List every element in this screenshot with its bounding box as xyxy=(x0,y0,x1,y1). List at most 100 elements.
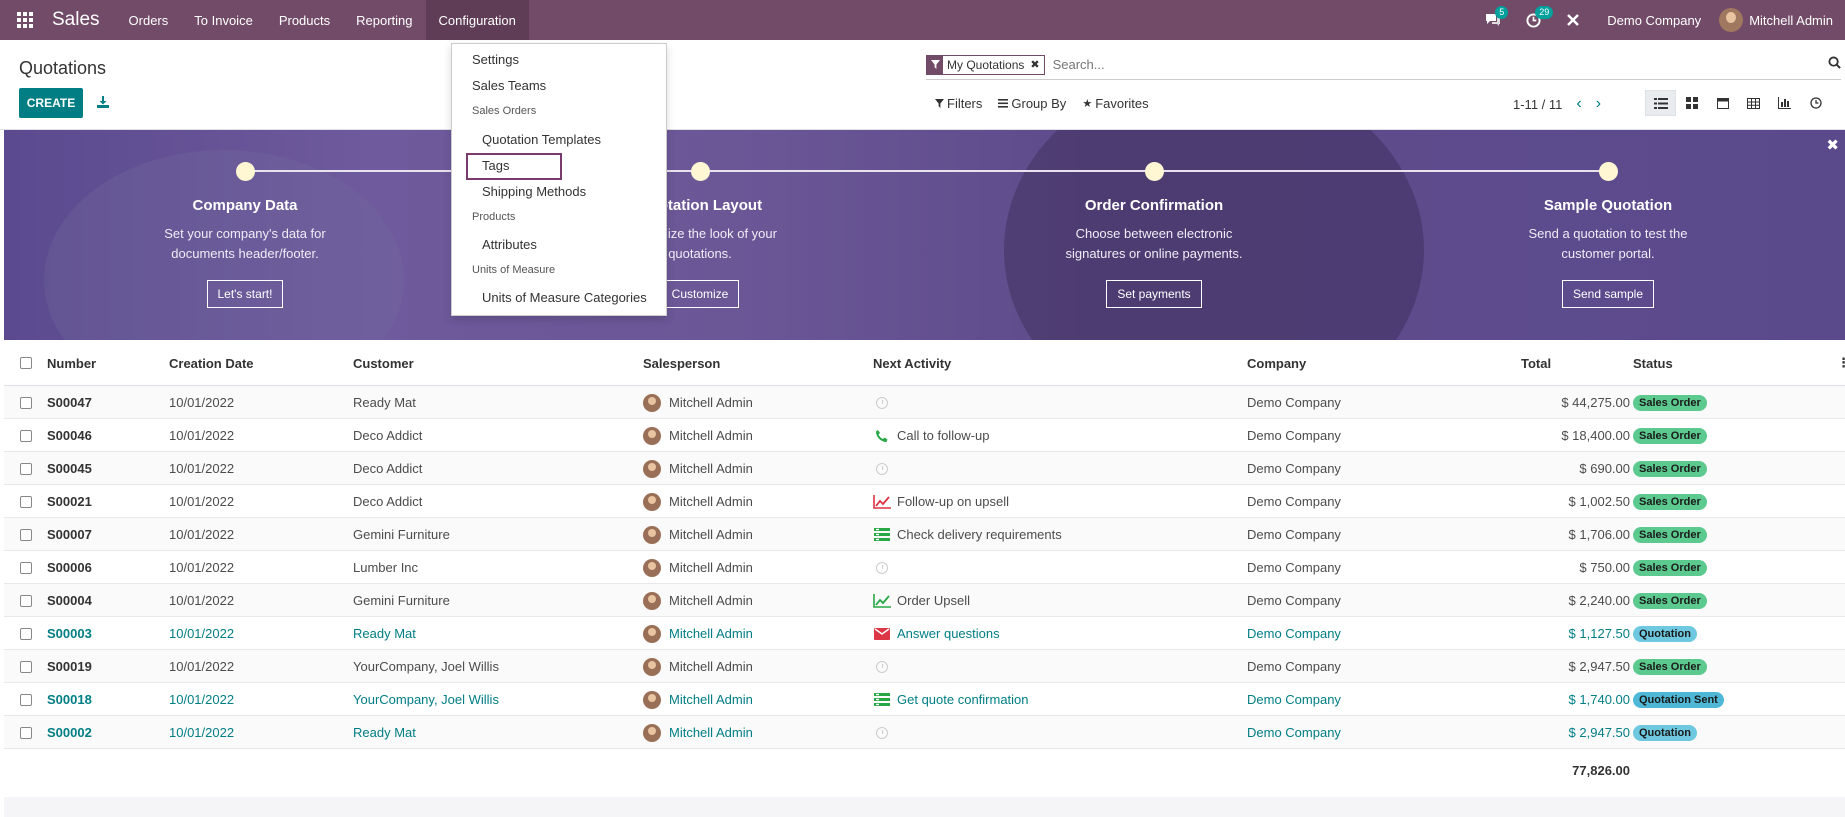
pager-next-icon[interactable]: › xyxy=(1596,95,1601,113)
column-total[interactable]: Total xyxy=(1521,340,1551,386)
step-dot xyxy=(690,162,710,181)
calendar-view-icon[interactable] xyxy=(1707,90,1738,116)
row-checkbox[interactable] xyxy=(20,452,32,485)
column-salesperson[interactable]: Salesperson xyxy=(643,340,720,386)
chart-red-icon[interactable] xyxy=(873,494,891,509)
optional-columns-icon[interactable]: ⋮ xyxy=(1837,340,1845,386)
row-checkbox[interactable] xyxy=(20,419,32,452)
menu-orders[interactable]: Orders xyxy=(116,0,182,40)
column-status[interactable]: Status xyxy=(1633,340,1673,386)
menu-item-settings[interactable]: Settings xyxy=(472,52,519,67)
app-menu-icon[interactable] xyxy=(0,0,42,40)
column-creation-date[interactable]: Creation Date xyxy=(169,340,254,386)
activity-view-icon[interactable] xyxy=(1800,90,1831,116)
next-activity[interactable] xyxy=(873,452,897,485)
customer-name: YourCompany, Joel Willis xyxy=(353,659,499,674)
company-switcher[interactable]: Demo Company xyxy=(1593,13,1719,28)
row-checkbox[interactable] xyxy=(20,584,32,617)
search-input[interactable] xyxy=(1048,57,1749,72)
clock-icon[interactable] xyxy=(873,396,891,409)
table-row[interactable]: S00004 10/01/2022 Gemini Furniture Mitchell… xyxy=(4,584,1845,617)
next-activity[interactable] xyxy=(873,650,897,683)
next-activity[interactable]: Get quote confirmation xyxy=(873,683,1029,716)
tasks-icon[interactable] xyxy=(873,528,891,541)
next-activity[interactable] xyxy=(873,551,897,584)
send-sample-button[interactable]: Send sample xyxy=(1561,280,1655,308)
pager-previous-icon[interactable]: ‹ xyxy=(1576,95,1581,113)
menu-item-attributes[interactable]: Attributes xyxy=(482,237,537,252)
list-view-icon[interactable] xyxy=(1645,90,1676,116)
filters-toggle[interactable]: Filters xyxy=(935,96,982,111)
envelope-icon[interactable] xyxy=(873,627,891,640)
menu-item-tags[interactable]: Tags xyxy=(482,158,509,173)
next-activity[interactable]: Follow-up on upsell xyxy=(873,485,1009,518)
clock-icon[interactable] xyxy=(873,462,891,475)
facet-remove-icon[interactable]: ✖ xyxy=(1030,58,1043,71)
close-icon[interactable]: ✖ xyxy=(1826,136,1839,154)
activities-button[interactable]: 29 xyxy=(1513,0,1554,40)
column-company[interactable]: Company xyxy=(1247,340,1306,386)
menu-products[interactable]: Products xyxy=(266,0,343,40)
download-button[interactable] xyxy=(94,92,112,112)
select-all-checkbox[interactable] xyxy=(20,340,32,386)
menu-item-sales-teams[interactable]: Sales Teams xyxy=(472,78,546,93)
customize-button[interactable]: Customize xyxy=(660,280,740,308)
debug-tools-button[interactable] xyxy=(1553,0,1593,40)
pager-value[interactable]: 1-11 / 11 xyxy=(1513,97,1562,112)
next-activity[interactable]: Call to follow-up xyxy=(873,419,990,452)
table-row[interactable]: S00002 10/01/2022 Ready Mat Mitchell Admin D… xyxy=(4,716,1845,749)
column-customer[interactable]: Customer xyxy=(353,340,414,386)
next-activity[interactable] xyxy=(873,716,897,749)
kanban-view-icon[interactable] xyxy=(1676,90,1707,116)
row-checkbox[interactable] xyxy=(20,386,32,419)
clock-icon[interactable] xyxy=(873,561,891,574)
menu-to-invoice[interactable]: To Invoice xyxy=(181,0,266,40)
chart-green-icon[interactable] xyxy=(873,593,891,608)
table-row[interactable]: S00019 10/01/2022 YourCompany, Joel Willis… xyxy=(4,650,1845,683)
table-row[interactable]: S00045 10/01/2022 Deco Addict Mitchell Admi… xyxy=(4,452,1845,485)
user-menu[interactable]: Mitchell Admin xyxy=(1719,8,1845,32)
row-checkbox[interactable] xyxy=(20,617,32,650)
table-row[interactable]: S00047 10/01/2022 Ready Mat Mitchell Admin D… xyxy=(4,386,1845,419)
table-row[interactable]: S00003 10/01/2022 Ready Mat Mitchell Admin A… xyxy=(4,617,1845,650)
next-activity[interactable]: Check delivery requirements xyxy=(873,518,1062,551)
create-button[interactable]: CREATE xyxy=(19,88,83,118)
order-number: S00006 xyxy=(47,560,92,575)
row-checkbox[interactable] xyxy=(20,551,32,584)
row-checkbox[interactable] xyxy=(20,650,32,683)
company-name: Demo Company xyxy=(1247,494,1341,509)
graph-view-icon[interactable] xyxy=(1769,90,1800,116)
phone-icon[interactable] xyxy=(873,429,891,443)
table-row[interactable]: S00007 10/01/2022 Gemini Furniture Mitchell… xyxy=(4,518,1845,551)
table-row[interactable]: S00021 10/01/2022 Deco Addict Mitchell Admi… xyxy=(4,485,1845,518)
groupby-toggle[interactable]: Group By xyxy=(998,96,1066,111)
table-row[interactable]: S00018 10/01/2022 YourCompany, Joel Willis… xyxy=(4,683,1845,716)
search-icon[interactable] xyxy=(1828,56,1841,72)
menu-item-uom-categories[interactable]: Units of Measure Categories xyxy=(482,290,647,305)
app-brand[interactable]: Sales xyxy=(42,9,116,31)
clock-icon[interactable] xyxy=(873,660,891,673)
next-activity[interactable]: Order Upsell xyxy=(873,584,970,617)
clock-icon[interactable] xyxy=(873,726,891,739)
search-facet[interactable]: My Quotations ✖ xyxy=(926,54,1045,75)
menu-item-shipping-methods[interactable]: Shipping Methods xyxy=(482,184,586,199)
lets-start-button[interactable]: Let's start! xyxy=(206,280,284,308)
row-checkbox[interactable] xyxy=(20,518,32,551)
next-activity[interactable]: Answer questions xyxy=(873,617,1000,650)
row-checkbox[interactable] xyxy=(20,683,32,716)
table-row[interactable]: S00046 10/01/2022 Deco Addict Mitchell Admi… xyxy=(4,419,1845,452)
favorites-toggle[interactable]: ★ Favorites xyxy=(1082,96,1148,111)
column-number[interactable]: Number xyxy=(47,340,96,386)
set-payments-button[interactable]: Set payments xyxy=(1106,280,1202,308)
row-checkbox[interactable] xyxy=(20,485,32,518)
menu-configuration[interactable]: Configuration xyxy=(425,0,529,40)
tasks-icon[interactable] xyxy=(873,693,891,706)
menu-item-quotation-templates[interactable]: Quotation Templates xyxy=(482,132,601,147)
next-activity[interactable] xyxy=(873,386,897,419)
column-next-activity[interactable]: Next Activity xyxy=(873,340,951,386)
menu-reporting[interactable]: Reporting xyxy=(343,0,425,40)
messages-button[interactable]: 5 xyxy=(1473,0,1513,40)
pivot-view-icon[interactable] xyxy=(1738,90,1769,116)
table-row[interactable]: S00006 10/01/2022 Lumber Inc Mitchell Admin… xyxy=(4,551,1845,584)
row-checkbox[interactable] xyxy=(20,716,32,749)
